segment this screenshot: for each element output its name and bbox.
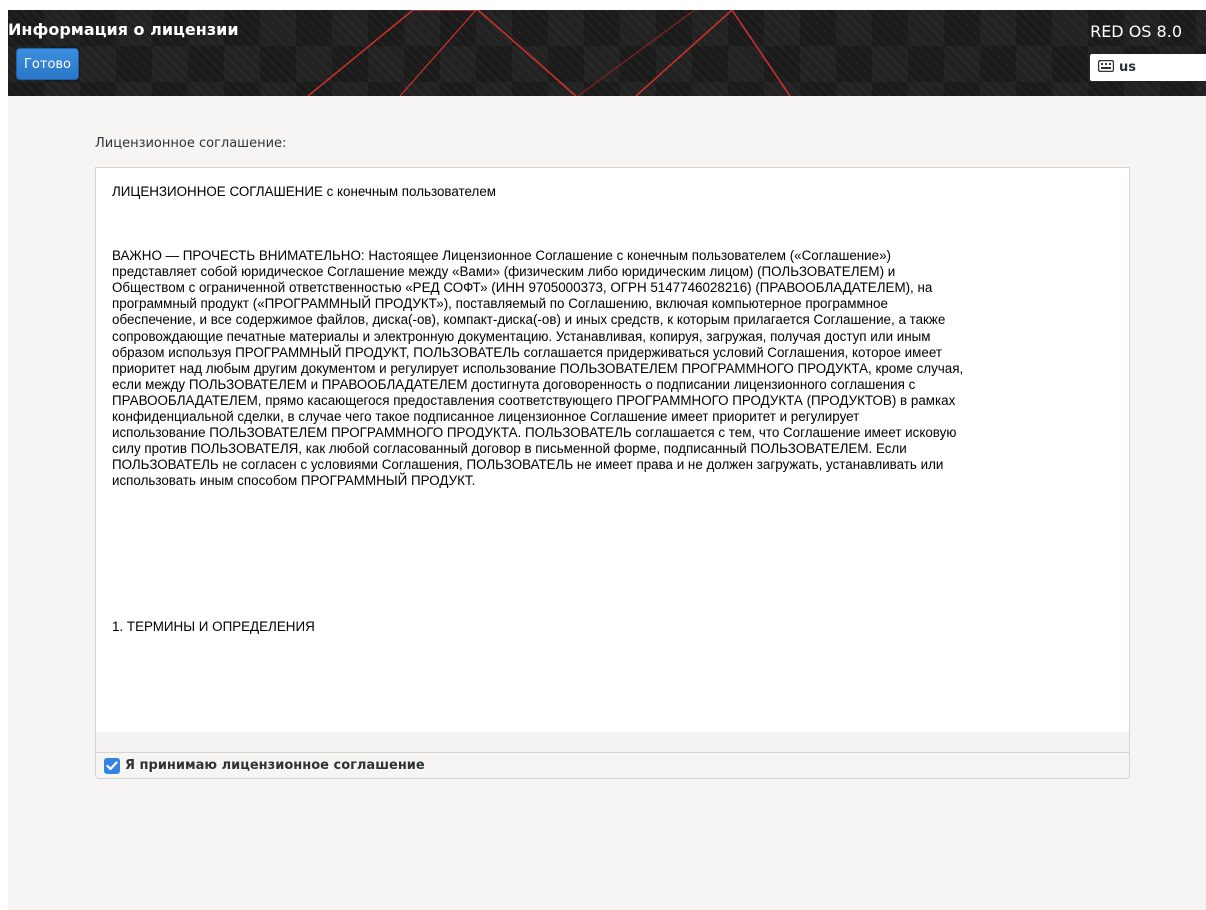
done-button[interactable]: Готово: [16, 48, 79, 80]
installer-window: Информация о лицензии Готово RED OS 8.0 …: [8, 10, 1206, 910]
keyboard-icon: [1097, 59, 1115, 76]
license-text-view[interactable]: ЛИЦЕНЗИОННОЕ СОГЛАШЕНИЕ с конечным польз…: [95, 167, 1130, 753]
keyboard-layout-indicator[interactable]: us: [1090, 54, 1206, 81]
license-heading: ЛИЦЕНЗИОННОЕ СОГЛАШЕНИЕ с конечным польз…: [112, 184, 497, 199]
horizontal-scroll-area[interactable]: [96, 732, 1129, 752]
header-bar: Информация о лицензии Готово RED OS 8.0 …: [8, 10, 1206, 96]
keyboard-layout-label: us: [1119, 60, 1136, 75]
license-section-1: 1. ТЕРМИНЫ И ОПРЕДЕЛЕНИЯ: [112, 618, 315, 634]
os-name: RED OS 8.0: [1090, 22, 1182, 41]
accept-license-label[interactable]: Я принимаю лицензионное соглашение: [125, 758, 425, 773]
accept-license-row[interactable]: Я принимаю лицензионное соглашение: [95, 753, 1130, 779]
license-content: ЛИЦЕНЗИОННОЕ СОГЛАШЕНИЕ с конечным польз…: [112, 184, 1112, 635]
checkmark-icon: [106, 760, 118, 770]
accept-license-checkbox[interactable]: [104, 757, 120, 774]
page-title: Информация о лицензии: [8, 20, 239, 39]
license-section-label: Лицензионное соглашение:: [95, 136, 287, 151]
license-body: ВАЖНО — ПРОЧЕСТЬ ВНИМАТЕЛЬНО: Настоящее …: [112, 248, 964, 489]
